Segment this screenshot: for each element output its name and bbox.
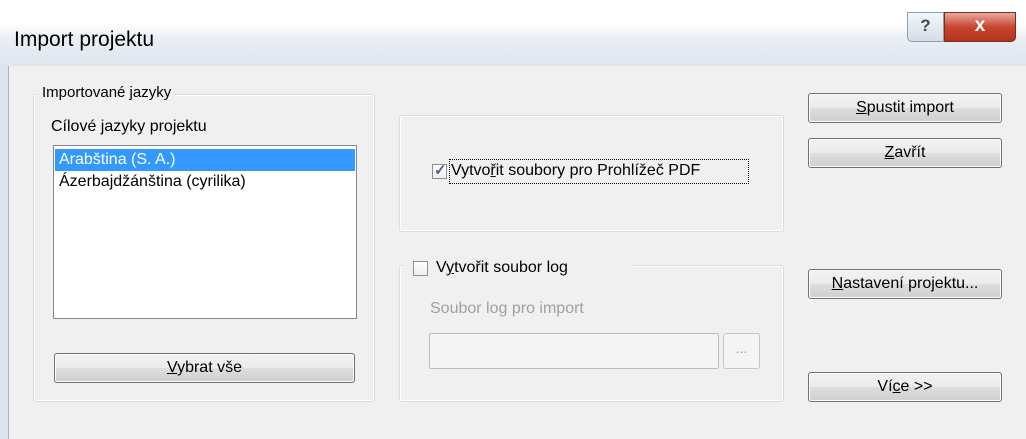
button-mnemonic: V: [167, 359, 178, 376]
button-label-part: avřít: [894, 144, 926, 161]
help-button[interactable]: ?: [907, 12, 944, 42]
label-part: tvořit soubor log: [454, 259, 568, 276]
button-label-part: Ví: [877, 378, 893, 395]
list-item[interactable]: Arabština (S. A.): [55, 149, 355, 171]
list-item-label: Ázerbajdžánština (cyrilika): [59, 173, 246, 190]
button-label-part: ybrat vše: [177, 359, 242, 376]
log-file-input[interactable]: [429, 333, 719, 369]
label-part: V: [436, 259, 447, 276]
label-part: Vytvo: [451, 162, 491, 179]
list-item[interactable]: Ázerbajdžánština (cyrilika): [55, 171, 355, 193]
create-log-checkbox-label[interactable]: Vytvořit soubor log: [436, 258, 568, 277]
log-file-label: Soubor log pro import: [430, 300, 584, 317]
close-icon: x: [974, 15, 986, 36]
button-mnemonic: S: [856, 99, 867, 116]
label-part: it soubory pro Prohlížeč PDF: [495, 162, 701, 179]
more-button[interactable]: Více >>: [808, 372, 1002, 402]
button-mnemonic: N: [831, 275, 844, 292]
close-window-button[interactable]: x: [944, 12, 1016, 42]
label-mnemonic: y: [446, 259, 455, 276]
help-icon: ?: [920, 16, 931, 35]
target-languages-label: Cílové jazyky projektu: [51, 118, 207, 135]
button-label-part: astavení projektu...: [843, 275, 979, 292]
list-item-label: Arabština (S. A.): [59, 151, 176, 168]
button-label-part: e >>: [900, 378, 933, 395]
button-mnemonic: c: [892, 378, 901, 395]
button-label-part: pustit import: [866, 99, 954, 116]
browse-log-file-button[interactable]: ...: [723, 333, 760, 369]
import-project-dialog: Import projektu ? x Importované jazyky C…: [0, 0, 1026, 439]
pdf-viewer-checkbox[interactable]: ✓: [432, 162, 447, 179]
checkmark-icon: ✓: [434, 162, 447, 179]
button-mnemonic: Z: [884, 144, 895, 161]
window-frame-left: [0, 66, 9, 439]
pdf-viewer-checkbox-label[interactable]: Vytvořit soubory pro Prohlížeč PDF: [451, 161, 700, 180]
project-settings-button[interactable]: Nastavení projektu...: [808, 269, 1002, 299]
window-title: Import projektu: [14, 28, 155, 51]
select-all-button[interactable]: Vybrat vše: [54, 353, 355, 383]
languages-group-legend: Importované jazyky: [38, 84, 176, 102]
create-log-checkbox[interactable]: [413, 261, 428, 276]
title-bar: Import projektu ? x: [0, 0, 1026, 66]
close-button[interactable]: Zavřít: [808, 138, 1002, 168]
target-languages-list[interactable]: Arabština (S. A.) Ázerbajdžánština (cyri…: [53, 145, 357, 319]
start-import-button[interactable]: Spustit import: [808, 93, 1002, 123]
